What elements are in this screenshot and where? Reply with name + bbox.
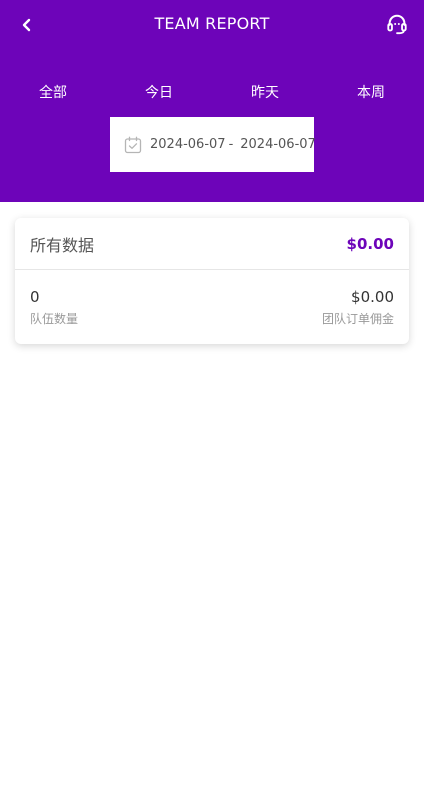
- summary-card-header: 所有数据 $0.00: [15, 218, 409, 270]
- tab-today[interactable]: 今日: [106, 82, 212, 102]
- tab-this-week[interactable]: 本周: [318, 82, 424, 102]
- team-commission-value: $0.00: [351, 288, 394, 306]
- date-separator: -: [228, 137, 234, 152]
- start-date[interactable]: 2024-06-07: [150, 137, 226, 152]
- summary-card-title: 所有数据: [30, 235, 95, 255]
- summary-total-amount: $0.00: [346, 234, 394, 253]
- date-filter-tabs: 全部 今日 昨天 本周: [0, 82, 424, 102]
- calendar-check-icon: [124, 136, 142, 154]
- team-report-page: TEAM REPORT 全部 今日 昨天 本周 2024-06-07 - 202…: [0, 0, 424, 800]
- customer-support-button[interactable]: [384, 11, 410, 37]
- tab-yesterday[interactable]: 昨天: [212, 82, 318, 102]
- team-commission-label: 团队订单佣金: [321, 312, 394, 326]
- summary-card-body: 0 队伍数量 $0.00 团队订单佣金: [15, 270, 409, 327]
- team-count-value: 0: [30, 288, 40, 306]
- team-count-stat: 0 队伍数量: [30, 288, 78, 327]
- date-range-picker[interactable]: 2024-06-07 - 2024-06-07: [110, 117, 316, 172]
- tab-all[interactable]: 全部: [0, 82, 106, 102]
- end-date[interactable]: 2024-06-07: [240, 137, 316, 152]
- headset-icon: [387, 14, 407, 35]
- page-title: TEAM REPORT: [154, 14, 270, 33]
- team-count-label: 队伍数量: [30, 312, 79, 326]
- header: TEAM REPORT 全部 今日 昨天 本周 2024-06-07 - 202…: [0, 0, 424, 202]
- team-commission-stat: $0.00 团队订单佣金: [322, 288, 394, 327]
- summary-card: 所有数据 $0.00 0 队伍数量 $0.00 团队订单佣金: [15, 218, 409, 344]
